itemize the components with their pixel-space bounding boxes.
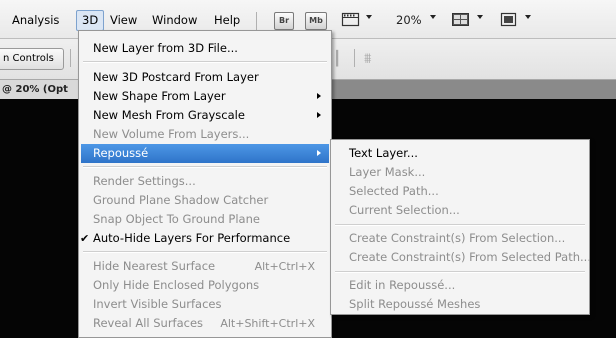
menu-item-label: Hide Nearest Surface [93,259,216,273]
screen-mode-dropdown-icon[interactable] [525,15,531,19]
options-divider [70,49,71,67]
menu-item-reveal-all-surfaces[interactable]: Reveal All Surfaces Alt+Shift+Ctrl+X [81,314,329,333]
menu-separator [83,251,327,253]
auto-align-icon[interactable]: ⩩ [364,51,371,67]
launch-bridge-button[interactable]: Br [274,12,294,30]
align-icon[interactable]: ┃ [333,51,341,67]
menu-item-label: Edit in Repoussé... [349,278,456,292]
menu-item-ground-plane-shadow-catcher[interactable]: Ground Plane Shadow Catcher [81,191,329,210]
menu-item-new-layer-from-3d-file[interactable]: New Layer from 3D File... [81,39,329,58]
menu-item-label: Only Hide Enclosed Polygons [93,278,260,292]
arrange-documents-icon[interactable] [451,11,471,29]
checkmark-icon: ✔ [80,232,90,245]
document-tab[interactable]: @ 20% (Opt [0,80,79,99]
submenu-arrow-icon [317,112,321,118]
menu-item-new-volume-from-layers[interactable]: New Volume From Layers... [81,125,329,144]
menu-item-label: Layer Mask... [349,165,426,179]
submenu-item-split-repousse-meshes[interactable]: Split Repoussé Meshes [333,295,587,314]
options-divider [354,49,355,67]
menu-item-invert-visible-surfaces[interactable]: Invert Visible Surfaces [81,295,329,314]
menu-item-new-3d-postcard-from-layer[interactable]: New 3D Postcard From Layer [81,68,329,87]
submenu-item-layer-mask[interactable]: Layer Mask... [333,163,587,182]
menu-window[interactable]: Window [152,13,197,27]
menu-item-label: Create Constraint(s) From Selected Path.… [349,250,591,264]
view-extras-icon[interactable] [341,11,361,29]
menu-item-label: Render Settings... [93,174,196,188]
menu-item-label: Auto-Hide Layers For Performance [93,231,291,245]
menu-item-label: Snap Object To Ground Plane [93,212,260,226]
launch-mini-bridge-button[interactable]: Mb [305,12,327,30]
menu-item-label: New Layer from 3D File... [93,41,238,55]
menu-item-only-hide-enclosed-polygons[interactable]: Only Hide Enclosed Polygons [81,276,329,295]
submenu-item-text-layer[interactable]: Text Layer... [333,144,587,163]
menu-view[interactable]: View [110,13,137,27]
menu-separator [335,271,585,273]
menu-analysis[interactable]: Analysis [12,13,59,27]
menu-separator [83,61,327,63]
menu-item-hide-nearest-surface[interactable]: Hide Nearest Surface Alt+Ctrl+X [81,257,329,276]
menu-item-label: New Shape From Layer [93,89,226,103]
menu-item-label: New Mesh From Grayscale [93,108,245,122]
menu-item-auto-hide-layers[interactable]: ✔ Auto-Hide Layers For Performance [80,229,329,248]
menu-item-shortcut: Alt+Ctrl+X [254,260,315,273]
menu-3d[interactable]: 3D [76,10,105,31]
menu-separator [335,224,585,226]
menu-item-label: Invert Visible Surfaces [93,297,222,311]
menu-item-shortcut: Alt+Shift+Ctrl+X [220,317,315,330]
menu-item-repousse[interactable]: Repoussé [81,144,329,163]
menu-item-label: Split Repoussé Meshes [349,297,481,311]
submenu-arrow-icon [317,150,321,156]
menu-item-label: Ground Plane Shadow Catcher [93,193,269,207]
repousse-submenu: Text Layer... Layer Mask... Selected Pat… [330,139,591,315]
arrange-documents-dropdown-icon[interactable] [477,15,483,19]
menu-item-label: New Volume From Layers... [93,127,250,141]
zoom-level[interactable]: 20% [396,13,422,27]
menu-item-new-shape-from-layer[interactable]: New Shape From Layer [81,87,329,106]
menu-item-label: New 3D Postcard From Layer [93,70,259,84]
menu-item-label: Text Layer... [349,146,418,160]
submenu-item-current-selection[interactable]: Current Selection... [333,201,587,220]
menu-item-snap-object-to-ground-plane[interactable]: Snap Object To Ground Plane [81,210,329,229]
transform-controls-checkbox[interactable]: n Controls [0,48,64,70]
menu-item-new-mesh-from-grayscale[interactable]: New Mesh From Grayscale [81,106,329,125]
menu-separator [83,166,327,168]
3d-menu-dropdown: New Layer from 3D File... New 3D Postcar… [78,30,332,338]
menu-item-label: Repoussé [93,146,149,160]
zoom-dropdown-icon[interactable] [430,15,436,19]
menu-item-label: Create Constraint(s) From Selection... [349,231,566,245]
submenu-arrow-icon [317,93,321,99]
submenu-item-selected-path[interactable]: Selected Path... [333,182,587,201]
submenu-item-constraints-from-selected-path[interactable]: Create Constraint(s) From Selected Path.… [333,248,591,267]
menu-item-label: Reveal All Surfaces [93,316,204,330]
menu-item-render-settings[interactable]: Render Settings... [81,172,329,191]
screen-mode-icon[interactable] [499,11,519,29]
menu-item-label: Selected Path... [349,184,439,198]
menubar-divider [256,12,257,30]
menu-help[interactable]: Help [214,13,240,27]
menu-item-label: Current Selection... [349,203,460,217]
view-extras-dropdown-icon[interactable] [366,15,372,19]
submenu-item-edit-in-repousse[interactable]: Edit in Repoussé... [333,276,587,295]
submenu-item-constraints-from-selection[interactable]: Create Constraint(s) From Selection... [333,229,587,248]
